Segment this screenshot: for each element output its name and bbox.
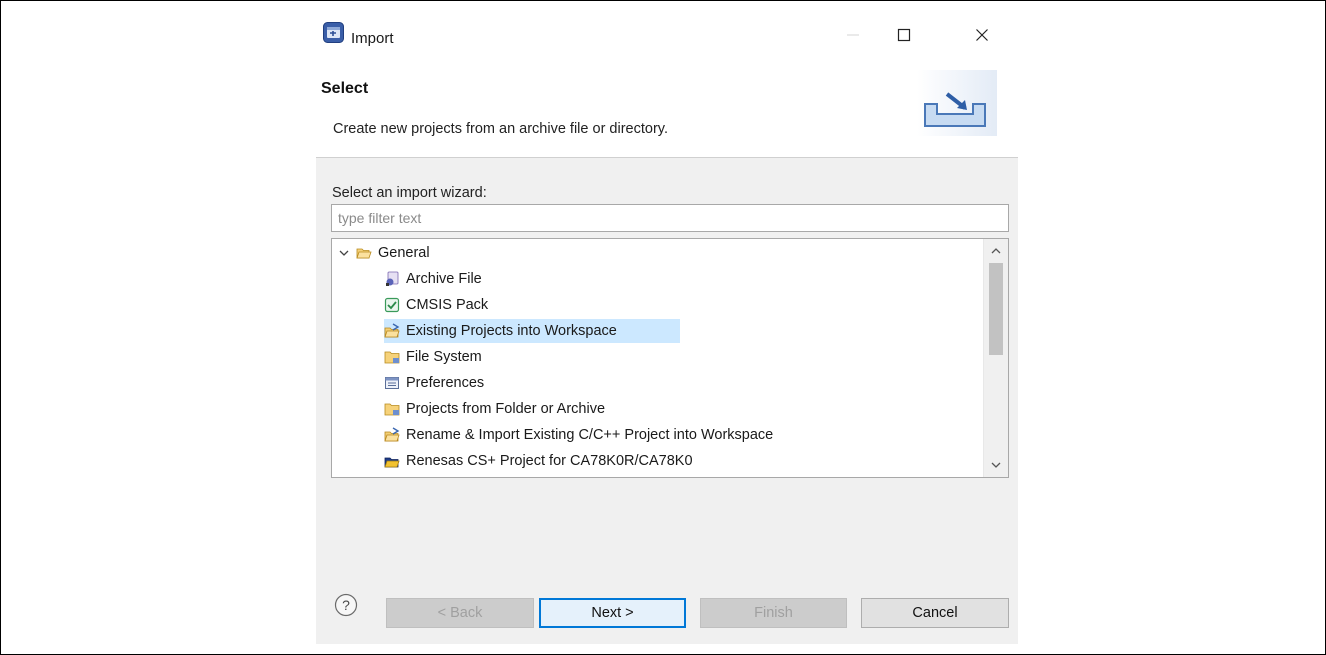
- tree-item-label: Preferences: [406, 375, 485, 391]
- tree-item-existing-projects[interactable]: Existing Projects into Workspace: [384, 319, 680, 343]
- preferences-icon: [385, 377, 399, 389]
- close-icon: [976, 29, 988, 41]
- tree-item-label: File System: [406, 349, 482, 365]
- tree-scrollbar[interactable]: [983, 239, 1008, 477]
- close-button[interactable]: [961, 20, 1003, 50]
- scroll-thumb[interactable]: [989, 263, 1003, 355]
- tree-item-label: Existing Projects into Workspace: [406, 323, 617, 339]
- help-icon[interactable]: ?: [334, 593, 358, 617]
- window-title: Import: [351, 30, 394, 47]
- svg-text:?: ?: [342, 597, 350, 613]
- checkbox-pack-icon: [384, 297, 400, 313]
- button-bar: ? < Back Next > Finish Cancel: [316, 565, 1018, 644]
- project-folder-icon: [384, 323, 400, 338]
- next-button[interactable]: Next >: [539, 598, 686, 628]
- wizard-tree[interactable]: General Archive File CMSIS Pack Existing…: [331, 238, 1009, 478]
- finish-button[interactable]: Finish: [700, 598, 847, 628]
- minimize-icon: [847, 34, 859, 36]
- tree-item-archive-file[interactable]: Archive File: [384, 267, 482, 291]
- renesas-project-icon: [384, 457, 400, 468]
- tree-item-cmsis-pack[interactable]: CMSIS Pack: [384, 293, 488, 317]
- tree-item-renesas-cs[interactable]: Renesas CS+ Project for CA78K0R/CA78K0: [384, 449, 693, 473]
- tree-item-label: Archive File: [406, 271, 482, 287]
- tree-item-rename-import[interactable]: Rename & Import Existing C/C++ Project i…: [384, 423, 773, 447]
- tree-item-file-system[interactable]: File System: [384, 345, 482, 369]
- scroll-down-button[interactable]: [984, 455, 1008, 475]
- import-dialog: Import Select Create new projects from a…: [316, 8, 1018, 644]
- cancel-button[interactable]: Cancel: [861, 598, 1009, 628]
- maximize-icon: [897, 28, 911, 42]
- scroll-up-button[interactable]: [984, 241, 1008, 261]
- back-button[interactable]: < Back: [386, 598, 534, 628]
- title-bar: Import: [316, 8, 1018, 60]
- tree-item-label: Projects from Folder or Archive: [406, 401, 606, 417]
- tree-item-preferences[interactable]: Preferences: [384, 371, 484, 395]
- page-title: Select: [321, 80, 369, 97]
- tree-item-label: CMSIS Pack: [406, 297, 489, 313]
- tree-item-label: Renesas CS+ Project for CA78K0R/CA78K0: [406, 453, 693, 469]
- chevron-down-icon[interactable]: [338, 247, 350, 259]
- folder-open-icon: [356, 248, 372, 259]
- tree-node-general[interactable]: General: [338, 241, 430, 265]
- maximize-button[interactable]: [883, 20, 925, 50]
- folder-icon: [384, 403, 400, 416]
- archive-file-icon: [386, 271, 399, 286]
- page-description: Create new projects from an archive file…: [333, 121, 668, 137]
- folder-icon: [384, 351, 400, 364]
- chevron-up-icon: [991, 248, 1001, 254]
- eclipse-import-icon: [323, 22, 344, 43]
- project-folder-icon: [384, 427, 400, 442]
- chevron-down-icon: [991, 462, 1001, 468]
- tree-item-label: Rename & Import Existing C/C++ Project i…: [406, 427, 774, 443]
- filter-input[interactable]: [331, 204, 1009, 232]
- wizard-body: Select an import wizard: General Archive…: [316, 158, 1018, 565]
- import-tray-icon: [917, 70, 997, 136]
- minimize-button[interactable]: [832, 20, 874, 50]
- import-wizard-label: Select an import wizard:: [332, 185, 487, 201]
- tree-item-projects-from-folder[interactable]: Projects from Folder or Archive: [384, 397, 605, 421]
- tree-node-label: General: [378, 245, 430, 261]
- wizard-banner: Select Create new projects from an archi…: [316, 60, 1018, 158]
